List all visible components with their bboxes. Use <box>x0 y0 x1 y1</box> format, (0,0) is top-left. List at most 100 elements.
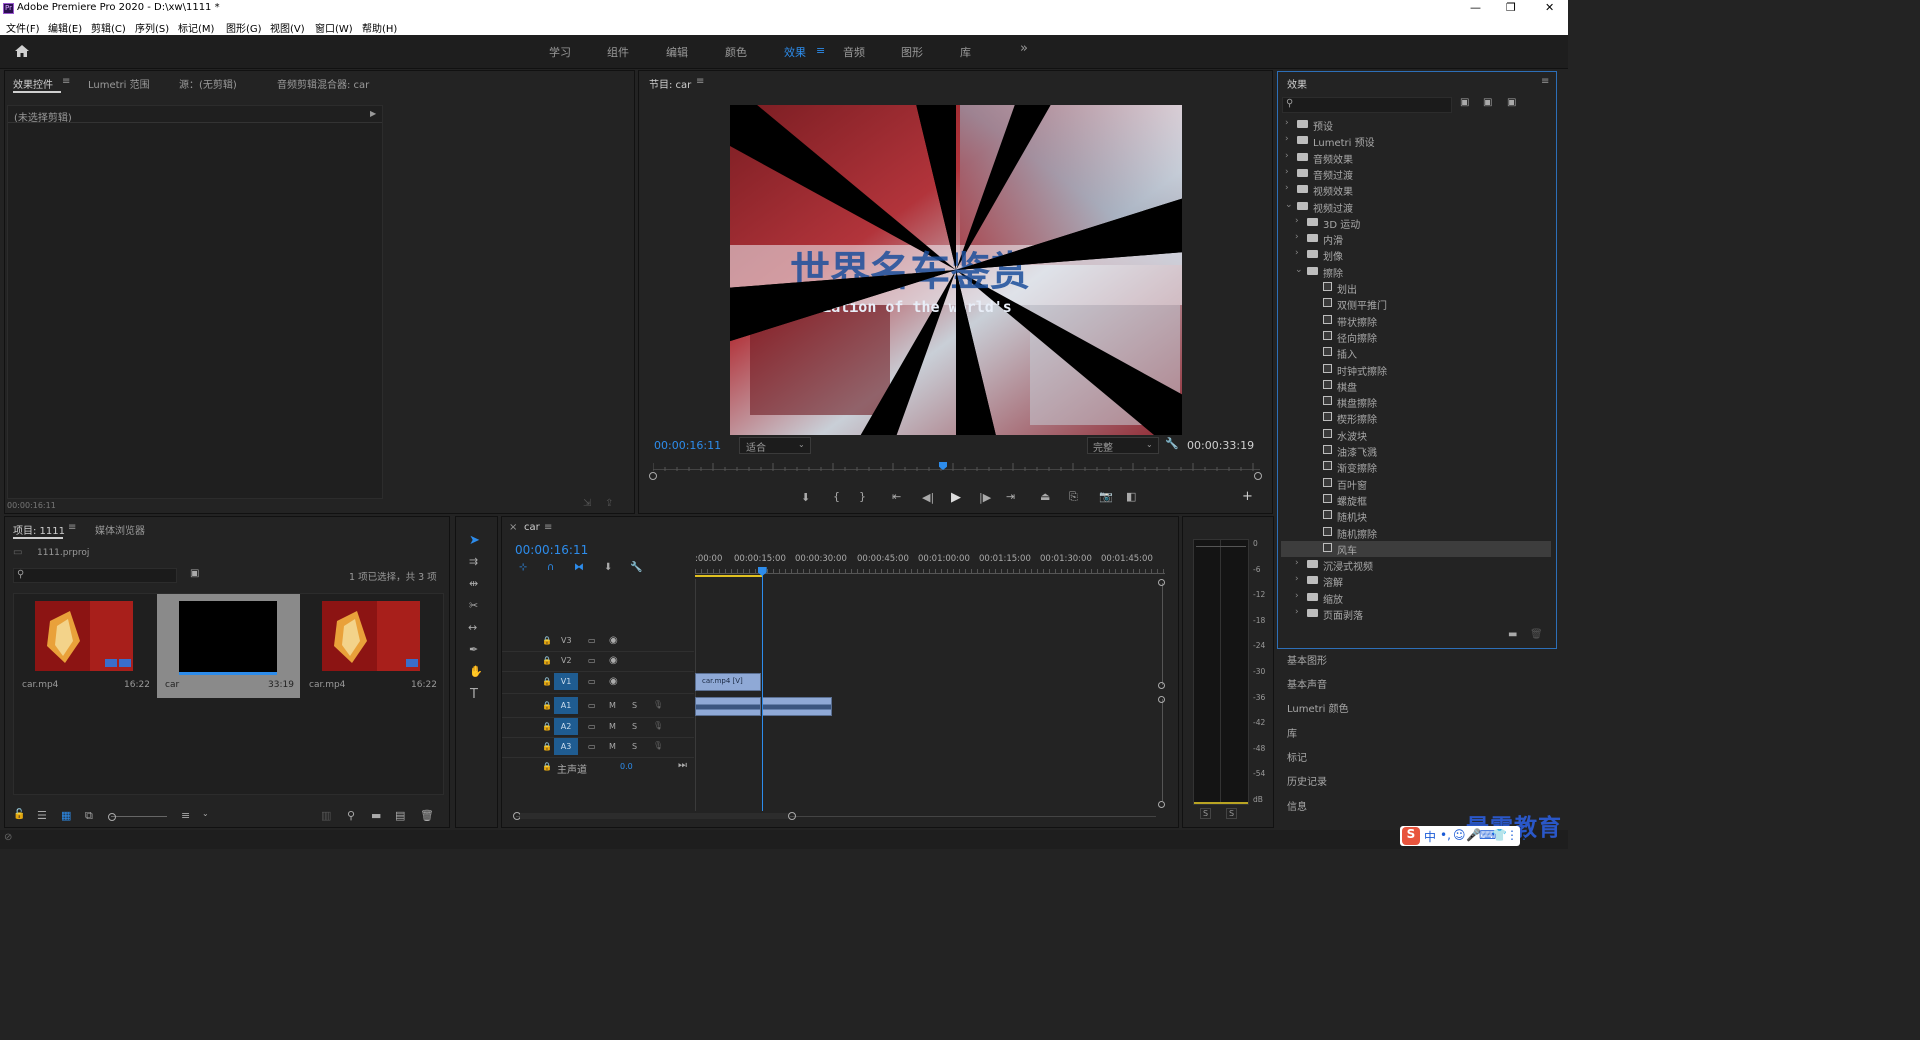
lock-icon[interactable]: 🔒 <box>542 656 552 665</box>
icon-view-icon[interactable]: ▦ <box>61 809 71 822</box>
effect-item-14[interactable]: 插入 <box>1281 345 1551 361</box>
effect-item-21[interactable]: 渐变擦除 <box>1281 459 1551 475</box>
workspace-menu-icon[interactable]: ≡ <box>816 44 825 57</box>
ime-logo-icon[interactable]: S <box>1402 827 1420 845</box>
freeform-view-icon[interactable]: ⧉ <box>85 809 93 823</box>
list-view-icon[interactable]: ☰ <box>37 809 47 822</box>
quality-dropdown[interactable]: 完整 ⌄ <box>1087 437 1159 454</box>
pen-tool-icon[interactable]: ✒ <box>469 643 478 656</box>
chevron-right-icon[interactable]: › <box>1295 558 1299 568</box>
automate-icon[interactable]: ▥ <box>321 809 331 822</box>
project-search-input[interactable]: ⚲ <box>13 568 177 583</box>
new-item-icon[interactable]: ▤ <box>395 809 405 822</box>
workspace-tab-audio[interactable]: 音频 <box>843 44 865 60</box>
trash-icon[interactable]: 🗑 <box>1530 629 1543 640</box>
effect-item-10[interactable]: 划出 <box>1281 280 1551 296</box>
slip-tool-icon[interactable]: ↔ <box>468 621 477 634</box>
track-select-tool-icon[interactable]: ⇉ <box>469 555 478 568</box>
eye-icon[interactable]: ◉ <box>609 655 618 666</box>
close-button[interactable]: ✕ <box>1545 1 1554 14</box>
timeline-playhead[interactable] <box>757 567 767 811</box>
solo-right-button[interactable]: S <box>1226 808 1238 819</box>
lock-icon[interactable]: 🔒 <box>542 701 552 710</box>
chevron-right-icon[interactable]: › <box>1295 574 1299 584</box>
sync-lock-icon[interactable]: ▭ <box>588 701 596 710</box>
ime-mode[interactable]: 中 <box>1424 828 1436 845</box>
effects-search-input[interactable]: ⚲ <box>1282 97 1452 113</box>
razor-tool-icon[interactable]: ✂ <box>469 599 478 612</box>
zoom-slider[interactable] <box>108 813 167 821</box>
32bit-effects-icon[interactable]: ▣ <box>1483 97 1492 108</box>
timeline-tab[interactable]: car <box>524 522 540 533</box>
microphone-icon[interactable]: 🎙 <box>653 721 663 730</box>
master-volume-value[interactable]: 0.0 <box>620 762 633 771</box>
home-icon[interactable] <box>14 44 30 58</box>
project-item[interactable]: car.mp4 16:22 <box>301 594 443 698</box>
effect-item-22[interactable]: 百叶窗 <box>1281 476 1551 492</box>
program-monitor-title[interactable]: 节目: car <box>649 76 691 91</box>
effects-folder-5[interactable]: ⌄ 视频过渡 <box>1281 199 1551 215</box>
video-tracks-scrollbar[interactable] <box>1162 583 1163 685</box>
menu-clip[interactable]: 剪辑(C) <box>91 20 126 35</box>
solo-button[interactable]: S <box>632 742 637 751</box>
restore-button[interactable]: ❐ <box>1506 1 1516 14</box>
add-button-icon[interactable]: + <box>1242 489 1253 504</box>
chevron-down-icon[interactable]: ⌄ <box>1295 265 1303 275</box>
filter-icon[interactable]: ⇲ <box>583 498 591 509</box>
microphone-icon[interactable]: 🎙 <box>653 700 663 709</box>
menu-graphics[interactable]: 图形(G) <box>226 20 262 35</box>
scroll-handle[interactable] <box>1158 579 1165 586</box>
scroll-handle[interactable] <box>1158 696 1165 703</box>
effect-item-11[interactable]: 双侧平推门 <box>1281 296 1551 312</box>
effect-item-25[interactable]: 随机擦除 <box>1281 525 1551 541</box>
chevron-right-icon[interactable]: › <box>1295 216 1299 226</box>
menu-view[interactable]: 视图(V) <box>270 20 305 35</box>
program-current-timecode[interactable]: 00:00:16:11 <box>654 439 721 452</box>
play-icon[interactable]: ▶ <box>951 490 961 505</box>
menu-edit[interactable]: 编辑(E) <box>48 20 82 35</box>
menu-file[interactable]: 文件(F) <box>6 20 40 35</box>
eye-icon[interactable]: ◉ <box>609 635 618 646</box>
chevron-right-icon[interactable]: › <box>1285 134 1289 144</box>
camera-icon[interactable]: 📷 <box>1099 490 1113 503</box>
tab-lumetri-scopes[interactable]: Lumetri 范围 <box>88 76 150 91</box>
effects-folder-29[interactable]: › 缩放 <box>1281 590 1551 606</box>
workspace-tab-effects[interactable]: 效果 <box>784 44 806 60</box>
tab-effect-controls[interactable]: 效果控件 <box>13 76 53 91</box>
effects-folder-8[interactable]: › 划像 <box>1281 247 1551 263</box>
chevron-right-icon[interactable]: › <box>1295 232 1299 242</box>
ripple-edit-tool-icon[interactable]: ⇹ <box>469 577 478 590</box>
extract-icon[interactable]: ⎘ <box>1069 490 1078 504</box>
lock-icon[interactable]: 🔓 <box>13 809 25 820</box>
effect-item-26[interactable]: 风车 <box>1281 540 1551 557</box>
workspace-tab-graphics[interactable]: 图形 <box>901 44 923 60</box>
chevron-down-icon[interactable]: ⌄ <box>202 809 209 818</box>
add-marker-icon[interactable]: ⬇ <box>604 562 612 573</box>
work-area-bar[interactable] <box>695 575 762 577</box>
mark-in-icon[interactable]: { <box>833 490 840 503</box>
project-item-selected[interactable]: car 33:19 <box>157 594 300 698</box>
solo-button[interactable]: S <box>632 722 637 731</box>
panel-info[interactable]: 信息 <box>1287 798 1307 813</box>
lock-icon[interactable]: 🔒 <box>542 636 552 645</box>
go-to-end-icon[interactable]: ⏭ <box>678 760 687 771</box>
selection-tool-icon[interactable]: ➤ <box>469 533 480 548</box>
effect-item-19[interactable]: 水波块 <box>1281 427 1551 443</box>
effect-item-16[interactable]: 棋盘 <box>1281 378 1551 394</box>
menu-window[interactable]: 窗口(W) <box>315 20 353 35</box>
panel-menu-icon[interactable]: ≡ <box>696 76 704 87</box>
menu-help[interactable]: 帮助(H) <box>362 20 397 35</box>
chevron-right-icon[interactable]: › <box>1285 183 1289 193</box>
effects-folder-28[interactable]: › 溶解 <box>1281 573 1551 589</box>
lift-icon[interactable]: ⏏ <box>1040 490 1050 503</box>
effects-folder-1[interactable]: › Lumetri 预设 <box>1281 133 1551 149</box>
mute-button[interactable]: M <box>609 701 616 710</box>
mute-button[interactable]: M <box>609 742 616 751</box>
workspace-more-icon[interactable]: » <box>1020 41 1028 56</box>
chevron-right-icon[interactable]: › <box>1285 167 1289 177</box>
chevron-right-icon[interactable]: › <box>1285 151 1289 161</box>
workspace-tab-learn[interactable]: 学习 <box>549 44 571 60</box>
new-bin-icon[interactable]: ▬ <box>371 809 381 822</box>
panel-lumetri-color[interactable]: Lumetri 颜色 <box>1287 700 1349 715</box>
project-item[interactable]: car.mp4 16:22 <box>14 594 156 698</box>
